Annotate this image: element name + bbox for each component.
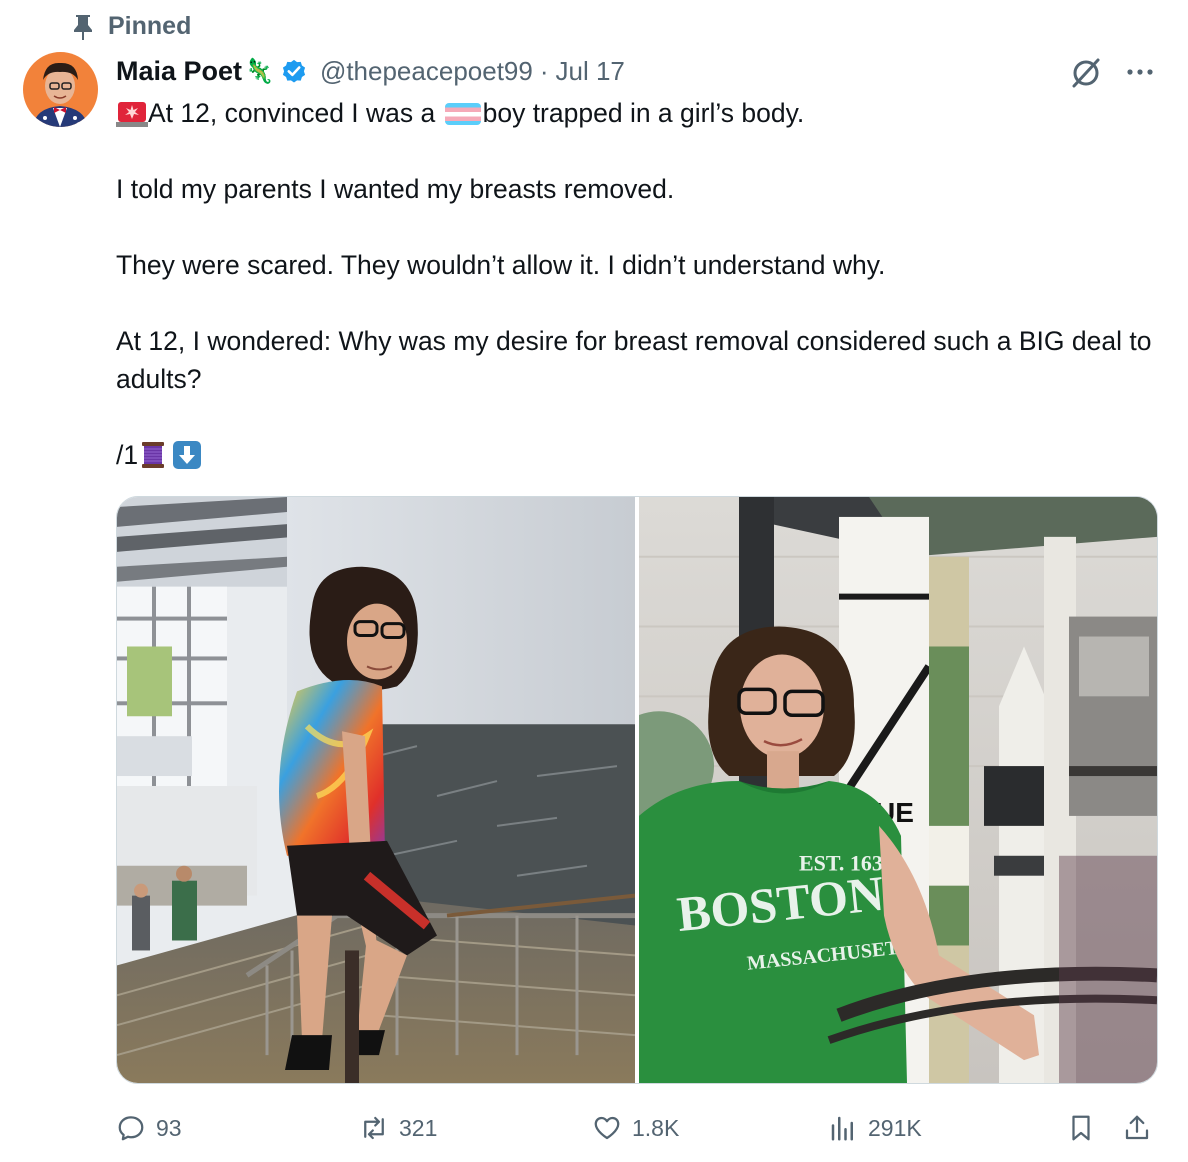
- like-count: 1.8K: [632, 1114, 680, 1141]
- name-emoji: 🦎: [244, 57, 274, 85]
- grok-icon[interactable]: [1068, 55, 1104, 91]
- views-icon: [831, 1116, 853, 1141]
- tweet-date[interactable]: Jul 17: [556, 56, 625, 87]
- tweet-line-2: I told my parents I wanted my breasts re…: [116, 174, 675, 204]
- author-handle[interactable]: @thepeacepoet99: [320, 56, 533, 87]
- reply-icon: [118, 1116, 144, 1141]
- thread-number: /1: [116, 440, 139, 470]
- photo-right[interactable]: UE EST. 1630 BOSTON MASSACHUSETTS: [639, 497, 1157, 1083]
- tweet-line-4: At 12, I wondered: Why was my desire for…: [116, 326, 1152, 394]
- tweet-line-5: /1: [116, 436, 1156, 474]
- reply-button[interactable]: 93: [116, 1108, 182, 1148]
- like-button[interactable]: 1.8K: [592, 1108, 679, 1148]
- action-bar: 93 321 1.8K 291K: [116, 1108, 1158, 1148]
- tweet-header: Maia Poet 🦎 @thepeacepoet99 · Jul 17: [116, 54, 625, 88]
- photo-left[interactable]: [117, 497, 635, 1083]
- tweet-line-1: At 12, convinced I was a boy trapped in …: [116, 94, 1156, 132]
- pinned-label: Pinned: [108, 12, 192, 40]
- share-icon: [1125, 1115, 1149, 1140]
- tweet-line-1-part-1: At 12, convinced I was a: [148, 98, 443, 128]
- pinned-indicator: Pinned: [72, 12, 191, 41]
- siren-emoji: [116, 102, 148, 127]
- tweet-line-3: They were scared. They wouldn’t allow it…: [116, 250, 886, 280]
- bookmark-button[interactable]: [1066, 1108, 1096, 1148]
- like-icon: [594, 1116, 620, 1140]
- reply-count: 93: [156, 1114, 182, 1141]
- repost-button[interactable]: 321: [359, 1108, 437, 1148]
- pin-icon: [74, 14, 92, 40]
- repost-icon: [364, 1116, 384, 1140]
- author-name[interactable]: Maia Poet: [116, 56, 242, 87]
- thread-spool-emoji: [142, 442, 165, 468]
- bookmark-icon: [1072, 1115, 1090, 1141]
- repost-count: 321: [399, 1114, 438, 1141]
- media-grid: UE EST. 1630 BOSTON MASSACHUSETTS: [116, 496, 1158, 1084]
- views-button[interactable]: 291K: [828, 1108, 922, 1148]
- avatar[interactable]: [23, 52, 98, 127]
- down-arrow-emoji: [173, 441, 202, 469]
- views-count: 291K: [868, 1114, 922, 1141]
- tweet-body: At 12, convinced I was a boy trapped in …: [116, 94, 1156, 474]
- trans-flag-emoji: [444, 103, 481, 125]
- separator-dot: ·: [539, 55, 549, 86]
- share-button[interactable]: [1122, 1108, 1152, 1148]
- tweet-line-1-part-2: boy trapped in a girl’s body.: [482, 98, 805, 128]
- more-icon[interactable]: [1122, 58, 1158, 86]
- verified-badge-icon[interactable]: [280, 57, 308, 85]
